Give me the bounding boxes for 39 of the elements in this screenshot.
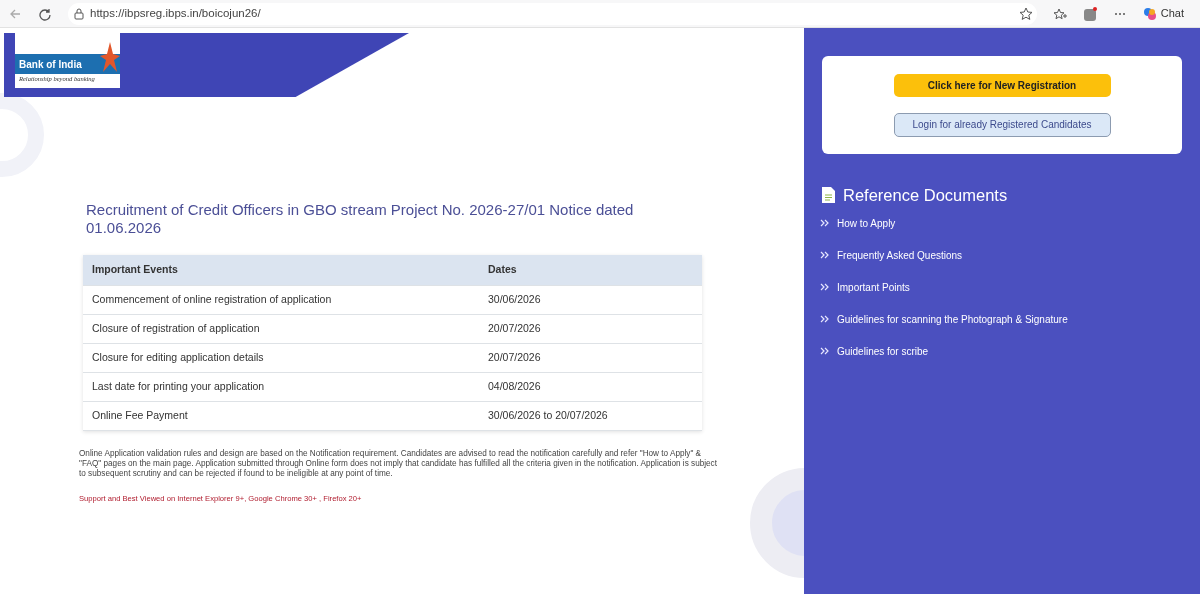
url-text: https://ibpsreg.ibps.in/boicojun26/ xyxy=(90,5,262,21)
table-cell: 20/07/2026 xyxy=(479,343,702,372)
star-icon xyxy=(100,42,120,73)
chevron-icon xyxy=(820,251,829,260)
table-cell: Online Fee Payment xyxy=(83,401,479,430)
table-cell: Closure for editing application details xyxy=(83,343,479,372)
section-heading: Reference Documents xyxy=(843,185,1008,206)
chevron-icon xyxy=(820,219,829,228)
reference-link[interactable]: How to Apply xyxy=(837,215,896,231)
chevron-icon xyxy=(820,283,829,292)
profile-avatar-icon[interactable] xyxy=(1082,6,1097,21)
column-header: Dates xyxy=(479,255,702,285)
chat-button[interactable]: Chat xyxy=(1160,5,1184,22)
table-cell: Commencement of online registration of application xyxy=(83,285,479,314)
favorite-star-icon[interactable] xyxy=(1018,6,1033,21)
login-button[interactable]: Login for already Registered Candidates xyxy=(893,112,1111,137)
table-cell: Closure of registration of application xyxy=(83,314,479,343)
copilot-icon[interactable] xyxy=(1142,6,1157,21)
page-title: Recruitment of Credit Officers in GBO stream Project No. 2026-27/01 Notice dated 01.06.2026 xyxy=(86,201,635,237)
site-info-icon[interactable] xyxy=(72,6,86,21)
table-cell: Last date for printing your application xyxy=(83,372,479,401)
document-icon xyxy=(822,187,835,204)
logo-text: Bank of India xyxy=(19,57,82,72)
reference-link[interactable]: Frequently Asked Questions xyxy=(837,247,963,263)
reload-icon[interactable] xyxy=(38,6,52,21)
table-cell: 30/06/2026 to 20/07/2026 xyxy=(479,401,702,430)
reference-link[interactable]: Important Points xyxy=(837,279,910,295)
table-cell: 04/08/2026 xyxy=(479,372,702,401)
notice-text: Online Application validation rules and design are based on the Notification requirement. Candidates are advised to read the notification carefully and refer "How to Apply" & "FAQ" pages on the main page. Application submitted through Online form does not imply that candidate has fulfilled all the criteria given in the notification. Application is subject to subsequent scrutiny and can be rejected if found to be ineligible at any point of time. xyxy=(79,448,718,479)
table-cell: 30/06/2026 xyxy=(479,285,702,314)
reference-link[interactable]: Guidelines for scribe xyxy=(837,343,929,359)
column-header: Important Events xyxy=(83,255,479,285)
chevron-icon xyxy=(820,315,829,324)
reference-link[interactable]: Guidelines for scanning the Photograph & Signature xyxy=(837,311,1068,327)
table-cell: 20/07/2026 xyxy=(479,314,702,343)
chevron-icon xyxy=(820,347,829,356)
new-registration-button[interactable]: Click here for New Registration xyxy=(893,73,1111,97)
favorites-icon[interactable] xyxy=(1052,6,1067,21)
address-bar[interactable]: https://ibpsreg.ibps.in/boicojun26/ xyxy=(68,2,1037,25)
